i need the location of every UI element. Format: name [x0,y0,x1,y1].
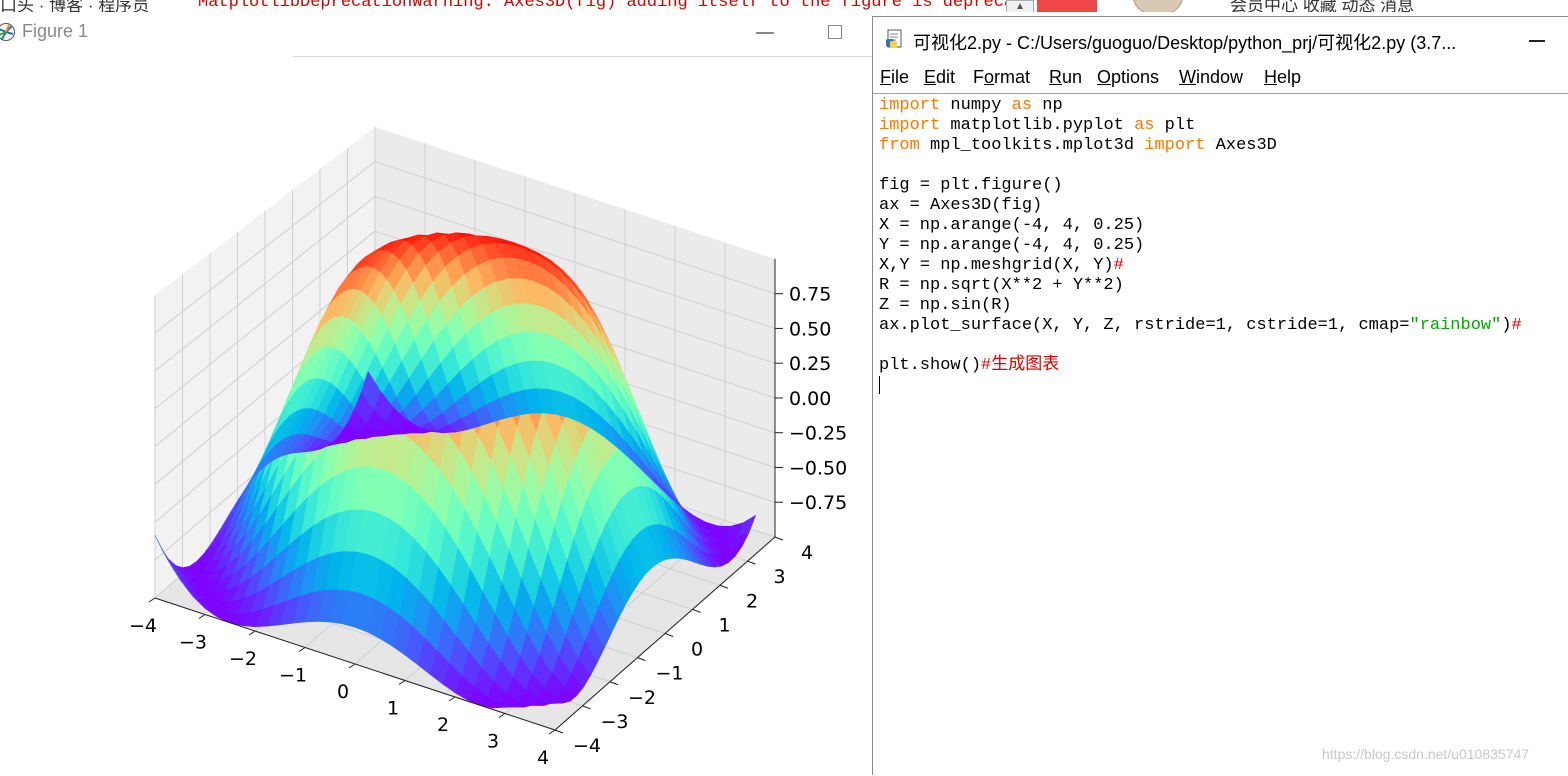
z-tick-label: 0.25 [789,353,831,375]
y-tick-mark [554,729,564,734]
y-tick-label: 3 [773,566,785,588]
y-tick-label: 1 [718,614,730,636]
x-tick-mark [298,647,306,652]
maximize-button[interactable] [828,25,842,39]
y-tick-mark [747,560,756,565]
y-tick-mark [664,633,674,637]
x-tick-label: 1 [387,698,399,720]
x-tick-label: −3 [179,632,207,654]
editor-minimize-button[interactable] [1529,40,1545,42]
z-tick-label: 0.75 [789,284,831,306]
deprecation-warning-text: MatplotlibDeprecationWarning: Axes3D(fig… [198,0,1015,12]
x-tick-mark [398,680,406,685]
code-line: import numpy as np [879,96,1063,115]
menu-options[interactable]: Options [1097,67,1159,88]
x-tick-mark [498,713,506,718]
editor-title: 可视化2.py - C:/Users/guoguo/Desktop/python… [913,33,1457,53]
x-tick-label: −4 [129,615,157,637]
scroll-up-button[interactable]: ▲ [1006,0,1034,12]
x-tick-label: 2 [437,714,449,736]
editor-window: 可视化2.py - C:/Users/guoguo/Desktop/python… [872,16,1568,775]
code-line: X,Y = np.meshgrid(X, Y)# [879,256,1124,275]
y-tick-mark [692,608,701,613]
menu-bar: File Edit Format Run Options Window Help [873,67,1568,93]
y-tick-mark [637,657,646,662]
minimize-button[interactable] [756,32,774,34]
menu-format[interactable]: Format [973,67,1030,88]
x-tick-label: 0 [337,681,349,703]
y-tick-label: 2 [746,590,758,612]
y-tick-mark [582,705,591,710]
avatar[interactable] [1133,0,1183,12]
code-editor[interactable]: import numpy as np import matplotlib.pypl… [879,96,1565,776]
z-tick-label: 0.00 [789,388,831,410]
code-line: R = np.sqrt(X**2 + Y**2) [879,276,1124,295]
code-line: fig = plt.figure() [879,176,1063,195]
x-tick-label: 3 [487,731,499,753]
surface-plot[interactable]: −4−3−2−101234−4−3−2−1012340.750.500.250.… [0,56,872,775]
z-tick-label: −0.50 [789,457,847,479]
x-tick-mark [448,696,456,702]
python-file-icon [886,29,902,48]
x-tick-mark [148,597,156,603]
menu-help[interactable]: Help [1264,67,1301,88]
y-tick-label: −2 [628,687,656,709]
x-tick-mark [248,630,256,636]
menu-window[interactable]: Window [1179,67,1243,88]
figure-window: Figure 1 −4 −3 −2 −1 0 1 2 3 4 −4 −3 −2 −1 0 1 2 3 4 0.75 0… [0,12,873,775]
x-tick-label: 4 [537,747,549,769]
x-tick-label: −2 [229,648,257,670]
code-line: ax = Axes3D(fig) [879,196,1043,215]
y-tick-mark [774,536,784,541]
y-tick-label: 4 [801,542,813,564]
code-line: Y = np.arange(-4, 4, 0.25) [879,236,1145,255]
y-tick-mark [609,681,619,686]
y-tick-mark [719,584,729,589]
editor-titlebar[interactable]: 可视化2.py - C:/Users/guoguo/Desktop/python… [873,17,1568,61]
matplotlib-logo-icon [0,23,15,41]
y-tick-label: 0 [691,639,703,661]
search-button[interactable] [1037,0,1097,12]
code-line: import matplotlib.pyplot as plt [879,116,1196,135]
x-tick-mark [548,729,556,735]
code-line: plt.show()#生成图表 [879,356,1060,375]
background-browser-strip: 口头 · 博客 · 程序员 MatplotlibDeprecationWarni… [0,0,1568,12]
menu-file[interactable]: File [880,67,909,88]
x-tick-mark [198,614,206,619]
z-tick-label: 0.50 [789,318,831,340]
background-user-menu-text: 会员中心 收藏 动态 消息 [1230,0,1415,12]
code-line: ax.plot_surface(X, Y, Z, rstride=1, cstr… [879,316,1522,335]
y-tick-label: −3 [600,711,628,733]
code-line: from mpl_toolkits.mplot3d import Axes3D [879,136,1277,155]
x-tick-label: −1 [279,665,307,687]
menu-separator [873,93,1568,94]
x-tick-mark [348,663,356,669]
figure-title: Figure 1 [22,21,89,41]
code-line: Z = np.sin(R) [879,296,1012,315]
menu-run[interactable]: Run [1049,67,1082,88]
code-line: X = np.arange(-4, 4, 0.25) [879,216,1145,235]
figure-titlebar[interactable]: Figure 1 [0,12,872,56]
watermark: https://blog.csdn.net/u010835747 [1322,746,1530,762]
z-tick-label: −0.25 [789,423,847,445]
text-caret [879,376,880,394]
y-tick-label: −1 [655,663,683,685]
code-line [879,376,1565,396]
z-tick-label: −0.75 [789,492,847,514]
background-nav-text: 口头 · 博客 · 程序员 [0,0,150,12]
y-tick-label: −4 [573,735,601,757]
menu-edit[interactable]: Edit [924,67,955,88]
